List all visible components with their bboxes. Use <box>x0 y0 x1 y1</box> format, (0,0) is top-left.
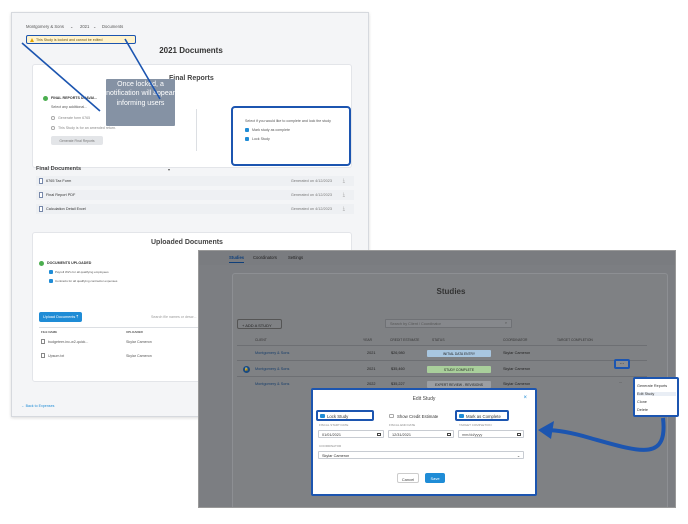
arrow-curve <box>544 417 666 452</box>
arrow-head-icon <box>538 421 554 439</box>
annotation-arrow-overlay <box>538 417 666 452</box>
